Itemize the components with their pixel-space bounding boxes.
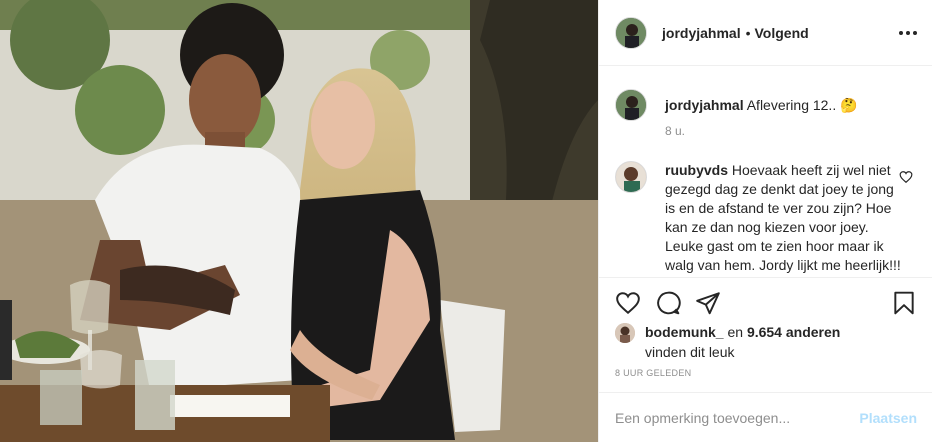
header-separator: • [745,24,751,41]
thinking-face-icon: 🤔 [840,97,858,113]
comment-text: Hoevaak heeft zij wel niet gezegd dag ze… [665,162,901,273]
comment-avatar[interactable] [615,161,647,193]
caption-username[interactable]: jordyjahmal [665,97,744,113]
caption: jordyjahmal Aflevering 12.. 🤔 [615,89,925,121]
more-options-icon[interactable] [899,24,917,42]
bookmark-icon[interactable] [891,290,917,316]
action-bar [615,288,917,318]
author-avatar[interactable] [615,16,647,49]
heart-icon[interactable] [615,290,641,316]
caption-avatar[interactable] [615,89,647,121]
liker-avatar[interactable] [615,323,635,343]
comments-list[interactable]: jordyjahmal Aflevering 12.. 🤔 8 u. ruuby… [599,67,932,278]
comment-input[interactable] [615,409,852,426]
author-username[interactable]: jordyjahmal [662,25,741,41]
post-image [0,0,598,442]
post-details-panel: jordyjahmal • Volgend jordyjahmal Afleve… [598,0,932,442]
share-icon[interactable] [695,290,721,316]
likes-count[interactable]: 9.654 anderen [747,324,840,340]
likes-summary: bodemunk_ en 9.654 anderen vinden dit le… [615,322,840,362]
comment-icon[interactable] [655,290,681,316]
likes-suffix: vinden dit leuk [645,344,735,360]
comment-like-heart-icon[interactable] [899,170,913,184]
comment-item: ruubyvds Hoevaak heeft zij wel niet geze… [615,161,905,275]
caption-time[interactable]: 8 u. [665,124,685,138]
post-photo[interactable] [0,0,598,442]
liker-username[interactable]: bodemunk_ [645,324,724,340]
following-button[interactable]: Volgend [755,25,809,41]
add-comment-bar: Plaatsen [599,392,932,442]
post-comment-button[interactable]: Plaatsen [859,410,917,426]
post-header: jordyjahmal • Volgend [599,0,932,66]
comment-username[interactable]: ruubyvds [665,162,728,178]
post-timestamp[interactable]: 8 UUR GELEDEN [615,368,691,378]
caption-text: Aflevering 12.. [746,97,837,113]
likes-connector: en [727,324,744,340]
